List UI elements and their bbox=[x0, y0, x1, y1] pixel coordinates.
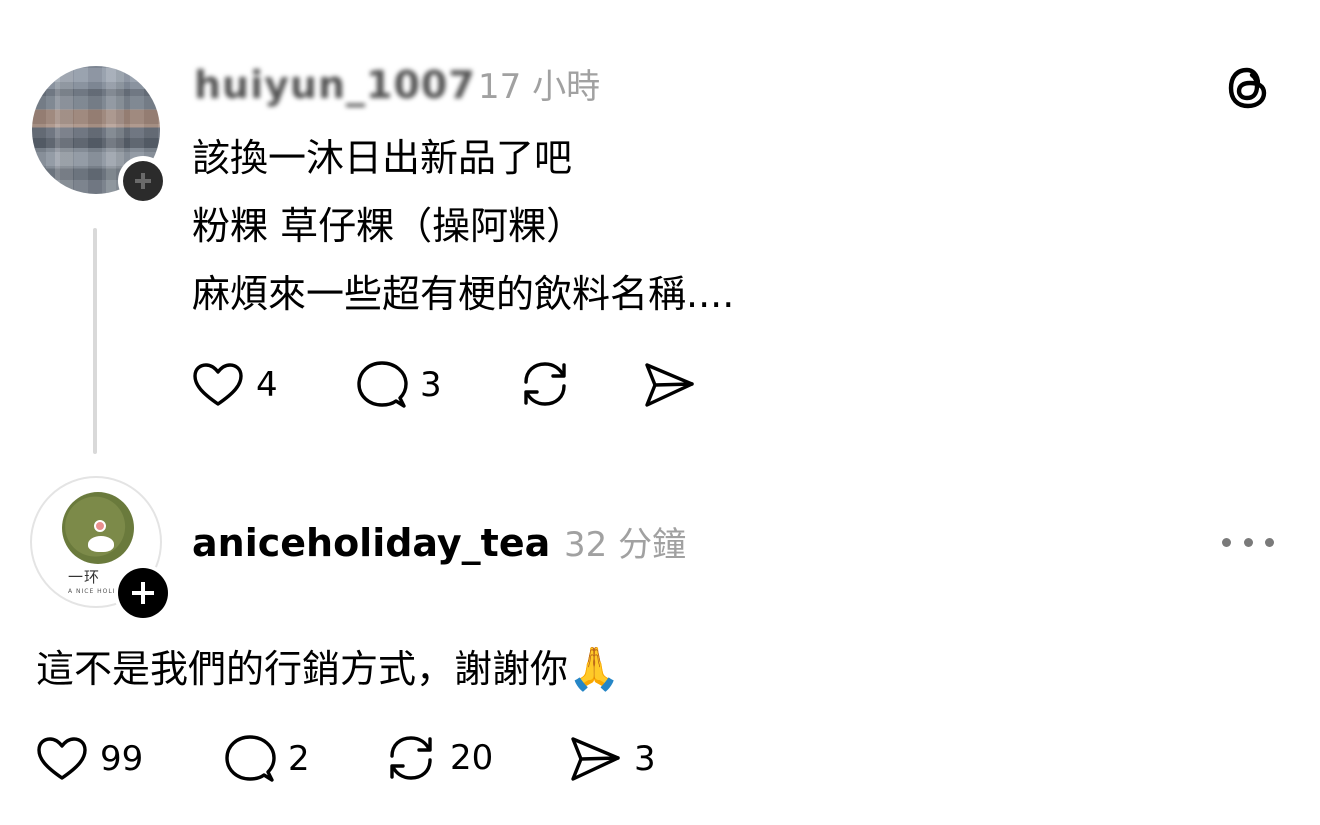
post-text-line: 該換一沐日出新品了吧 bbox=[192, 136, 573, 180]
reply-author-follow-button[interactable] bbox=[114, 564, 172, 622]
post-author-username[interactable]: huiyun_1007 bbox=[194, 62, 476, 108]
avatar-logo-subtext: A NICE HOLI bbox=[68, 588, 116, 595]
post-text-line: 麻煩來一些超有梗的飲料名稱.... bbox=[192, 272, 735, 316]
speech-bubble-icon bbox=[225, 735, 276, 782]
repost-arrows-icon bbox=[390, 736, 432, 780]
avatar-cup-mark bbox=[88, 536, 114, 552]
dot bbox=[1265, 537, 1274, 547]
post-text-line: 粉粿 草仔粿（操阿粿） bbox=[192, 204, 585, 248]
heart-icon bbox=[193, 363, 243, 406]
send-icon[interactable] bbox=[642, 360, 696, 410]
post-author-follow-badge[interactable] bbox=[118, 156, 168, 206]
reply-share-button[interactable]: 3 bbox=[568, 734, 656, 784]
post-comment-button[interactable]: 3 bbox=[356, 360, 442, 410]
reply-author-username[interactable]: aniceholiday_tea bbox=[192, 520, 550, 566]
repost-arrows-icon[interactable] bbox=[518, 358, 572, 410]
post-like-count: 4 bbox=[256, 365, 278, 405]
post-timestamp: 17 小時 bbox=[478, 67, 601, 107]
post-comment-count: 3 bbox=[420, 365, 442, 405]
reply-message: 這不是我們的行銷方式，謝謝你 bbox=[36, 647, 569, 691]
reply-like-count: 99 bbox=[100, 739, 144, 779]
dot bbox=[1222, 537, 1231, 547]
dot bbox=[1243, 537, 1253, 547]
reply-repost-button[interactable]: 20 bbox=[384, 732, 493, 784]
plus-icon bbox=[118, 568, 168, 618]
post-like-button[interactable]: 4 bbox=[192, 362, 278, 408]
reply-timestamp: 32 分鐘 bbox=[564, 525, 687, 565]
reply-text: 這不是我們的行銷方式，謝謝你🙏 bbox=[36, 644, 620, 694]
send-icon bbox=[571, 737, 620, 781]
plus-icon bbox=[123, 161, 163, 201]
speech-bubble-icon bbox=[357, 361, 408, 408]
praying-hands-emoji: 🙏 bbox=[568, 644, 621, 693]
threads-logo-icon[interactable] bbox=[1222, 62, 1274, 114]
avatar-logo-text: 一环 bbox=[68, 568, 101, 586]
heart-icon bbox=[37, 737, 87, 780]
more-dots-icon[interactable] bbox=[1222, 530, 1274, 554]
reply-like-button[interactable]: 99 bbox=[36, 736, 143, 782]
reply-share-count: 3 bbox=[634, 739, 656, 779]
reply-comment-button[interactable]: 2 bbox=[224, 734, 310, 784]
reply-repost-count: 20 bbox=[450, 738, 494, 778]
reply-comment-count: 2 bbox=[288, 739, 310, 779]
thread-connector-line bbox=[93, 228, 97, 454]
avatar-flower-mark bbox=[94, 520, 106, 532]
